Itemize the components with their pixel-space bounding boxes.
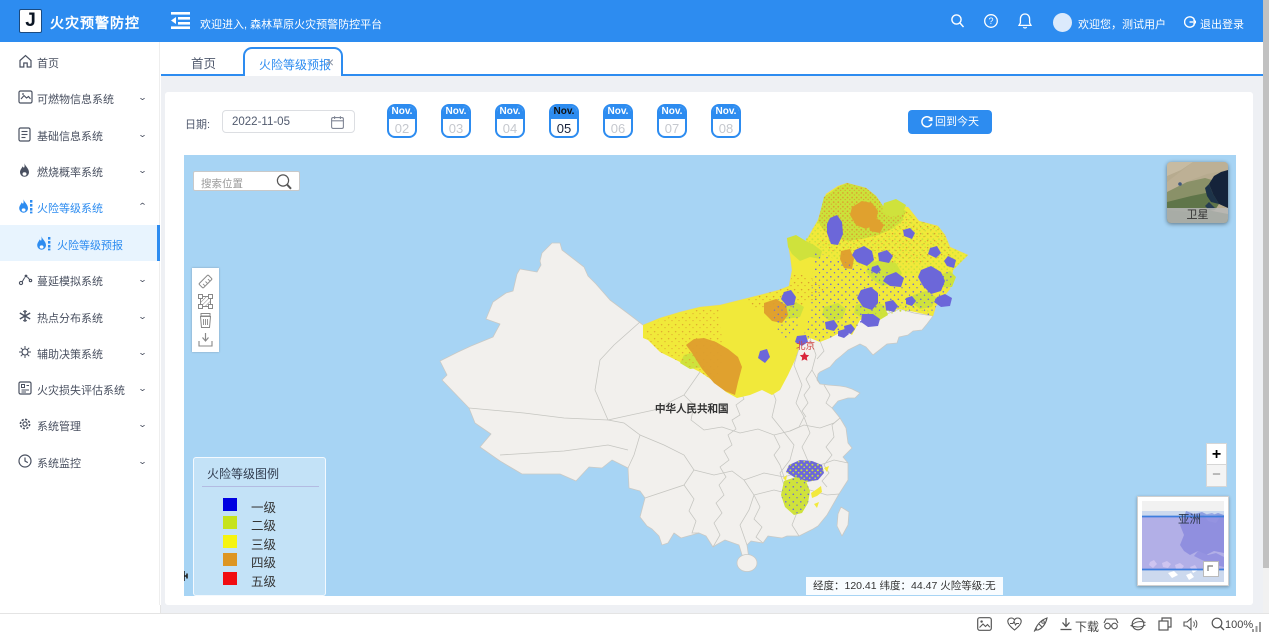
- svg-text:中华人民共和国: 中华人民共和国: [655, 402, 729, 415]
- svg-text:?: ?: [988, 16, 993, 26]
- svg-text:北京: 北京: [796, 340, 815, 352]
